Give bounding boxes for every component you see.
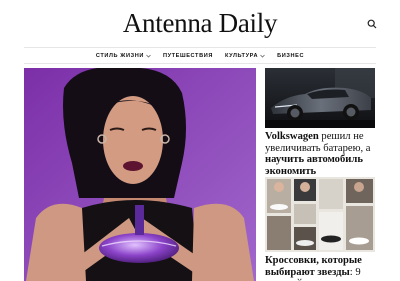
hero-article-image[interactable] [24,68,256,281]
headline-part: научить автомобиль экономить [265,154,363,177]
nav-item-culture[interactable]: КУЛЬТУРА [225,53,265,59]
nav-item-business[interactable]: БИЗНЕС [277,53,304,59]
nav-divider-top [24,47,376,48]
search-icon[interactable] [367,19,377,29]
nav-item-label: БИЗНЕС [277,52,305,59]
site-logo[interactable]: Antenna Daily [0,8,400,39]
nav-item-label: КУЛЬТУРА [224,52,259,59]
nav-divider-bottom [24,63,376,64]
nav-item-label: СТИЛЬ ЖИЗНИ [95,52,144,59]
nav-item-travel[interactable]: ПУТЕШЕСТВИЯ [163,53,213,59]
main-nav: СТИЛЬ ЖИЗНИ ПУТЕШЕСТВИЯ КУЛЬТУРА БИЗНЕС [0,50,400,61]
article-headline-sneakers[interactable]: Кроссовки, которые выбирают звезды: 9 мо… [265,255,377,281]
headline-part: Volkswagen [265,131,319,142]
chevron-down-icon [146,54,151,58]
headline-part: Кроссовки, которые выбирают звезды [265,255,362,278]
car-article-image[interactable] [265,68,375,128]
nav-item-lifestyle[interactable]: СТИЛЬ ЖИЗНИ [96,53,151,59]
chevron-down-icon [260,54,265,58]
nav-item-label: ПУТЕШЕСТВИЯ [162,52,213,59]
article-headline-volkswagen[interactable]: Volkswagen решил не увеличивать батарею,… [265,131,377,177]
sneakers-article-image[interactable] [265,177,375,252]
